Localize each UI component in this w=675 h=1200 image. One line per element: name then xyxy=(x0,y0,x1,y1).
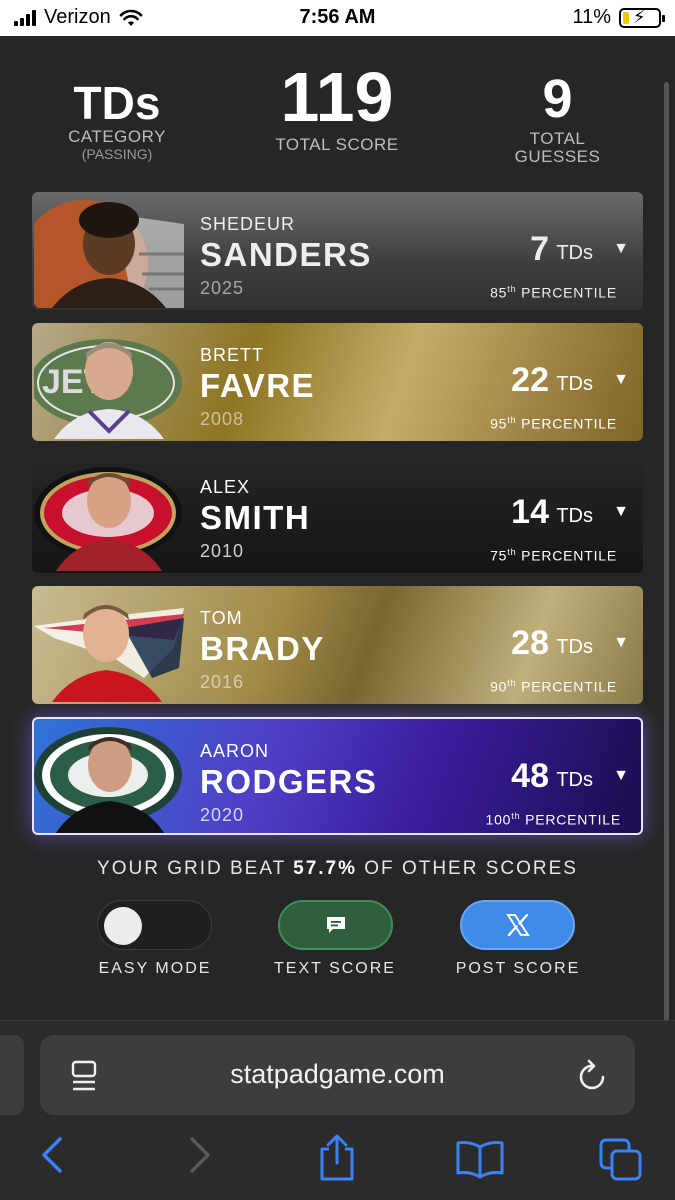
player-stat-value: 28 xyxy=(511,624,549,662)
browns-helmet-logo xyxy=(34,200,184,308)
chevron-down-icon[interactable]: ▼ xyxy=(613,503,629,521)
player-percentile: 85th PERCENTILE xyxy=(490,284,617,301)
player-stat-value: 14 xyxy=(511,493,549,531)
player-stat-unit: TDs xyxy=(556,242,593,264)
player-card-favre[interactable]: JETS BRETT FAVRE 2008 22 TDs ▼ 95th PERC… xyxy=(32,323,643,441)
player-last-name: BRADY xyxy=(200,630,325,667)
player-stat-unit: TDs xyxy=(556,373,593,395)
previous-tab-edge[interactable] xyxy=(0,1035,24,1115)
text-score-label: TEXT SCORE xyxy=(274,960,396,977)
chevron-down-icon[interactable]: ▼ xyxy=(613,371,629,389)
reload-icon[interactable] xyxy=(577,1057,609,1093)
player-card-smith[interactable]: ALEX SMITH 2010 14 TDs ▼ 75th PERCENTILE xyxy=(32,455,643,573)
player-stat-unit: TDs xyxy=(556,505,593,527)
browser-toolbar: statpadgame.com xyxy=(0,1020,675,1200)
post-score-button[interactable] xyxy=(460,900,575,950)
total-guesses-label-2: GUESSES xyxy=(514,147,601,166)
player-year: 2008 xyxy=(200,409,245,429)
beat-percent: 57.7% xyxy=(293,858,357,879)
player-first-name: AARON xyxy=(200,741,270,761)
player-stat-unit: TDs xyxy=(556,769,593,791)
battery-percent: 11% xyxy=(572,6,611,28)
player-first-name: ALEX xyxy=(200,477,251,497)
player-percentile: 90th PERCENTILE xyxy=(490,678,617,695)
player-stat-value: 22 xyxy=(511,361,549,399)
player-card-brady[interactable]: TOM BRADY 2016 28 TDs ▼ 90th PERCENTILE xyxy=(32,586,643,704)
player-year: 2010 xyxy=(200,541,245,561)
jets-logo: JETS xyxy=(34,339,182,439)
player-stat-value: 48 xyxy=(511,757,549,795)
chevron-down-icon[interactable]: ▼ xyxy=(613,240,629,258)
url-text: statpadgame.com xyxy=(230,1059,445,1089)
chevron-down-icon[interactable]: ▼ xyxy=(613,634,629,652)
forward-arrow-icon[interactable] xyxy=(184,1135,214,1175)
total-score-value: 119 xyxy=(280,58,394,136)
player-first-name: SHEDEUR xyxy=(200,214,296,234)
packers-logo xyxy=(34,727,182,833)
battery-charging-icon: ⚡ xyxy=(619,7,665,28)
status-bar: Verizon 7:56 AM 11% ⚡ xyxy=(0,0,675,36)
grid-beat-summary: YOUR GRID BEAT 57.7% OF OTHER SCORES xyxy=(97,858,578,879)
status-right: 11% ⚡ xyxy=(572,6,665,29)
total-guesses-label-1: TOTAL xyxy=(529,129,586,148)
bookmarks-icon[interactable] xyxy=(455,1139,505,1179)
player-last-name: FAVRE xyxy=(200,367,316,404)
patriots-logo xyxy=(34,605,184,702)
player-percentile: 95th PERCENTILE xyxy=(490,415,617,432)
player-card-sanders[interactable]: SHEDEUR SANDERS 2025 7 TDs ▼ 85th PERCEN… xyxy=(32,192,643,310)
message-icon xyxy=(326,917,345,933)
text-score-button[interactable] xyxy=(278,900,393,950)
player-year: 2016 xyxy=(200,672,245,692)
chevron-down-icon[interactable]: ▼ xyxy=(613,767,629,785)
player-first-name: TOM xyxy=(200,608,243,628)
player-last-name: SANDERS xyxy=(200,236,372,273)
address-bar[interactable]: statpadgame.com xyxy=(40,1035,635,1115)
game-results-panel: TDs CATEGORY (PASSING) 119 TOTAL SCORE 9… xyxy=(0,36,675,1052)
49ers-logo xyxy=(34,467,182,571)
player-year: 2025 xyxy=(200,278,245,298)
player-percentile: 75th PERCENTILE xyxy=(490,547,617,564)
toggle-knob xyxy=(104,907,142,945)
total-score-stat: 119 TOTAL SCORE xyxy=(262,62,412,154)
total-score-label: TOTAL SCORE xyxy=(275,135,399,154)
easy-mode-toggle[interactable] xyxy=(97,900,212,950)
player-card-rodgers[interactable]: AARON RODGERS 2020 48 TDs ▼ 100th PERCEN… xyxy=(32,717,643,835)
player-stat-unit: TDs xyxy=(556,636,593,658)
category-label: CATEGORY xyxy=(68,127,166,146)
player-first-name: BRETT xyxy=(200,345,265,365)
easy-mode-label: EASY MODE xyxy=(98,960,212,977)
category-value: TDs xyxy=(73,77,161,129)
player-stat-value: 7 xyxy=(530,230,549,268)
category-stat: TDs CATEGORY (PASSING) xyxy=(52,80,182,162)
player-last-name: RODGERS xyxy=(200,763,378,800)
category-sub: (PASSING) xyxy=(81,146,153,162)
share-icon[interactable] xyxy=(316,1133,358,1183)
scrollbar[interactable] xyxy=(664,82,669,1052)
x-logo-icon xyxy=(505,914,530,936)
player-percentile: 100th PERCENTILE xyxy=(485,811,621,828)
player-year: 2020 xyxy=(200,805,245,825)
post-score-label: POST SCORE xyxy=(455,960,581,977)
back-arrow-icon[interactable] xyxy=(38,1135,68,1175)
total-guesses-value: 9 xyxy=(542,69,573,129)
total-guesses-stat: 9 TOTAL GUESSES xyxy=(495,72,620,166)
tabs-icon[interactable] xyxy=(598,1137,644,1183)
player-last-name: SMITH xyxy=(200,499,311,536)
